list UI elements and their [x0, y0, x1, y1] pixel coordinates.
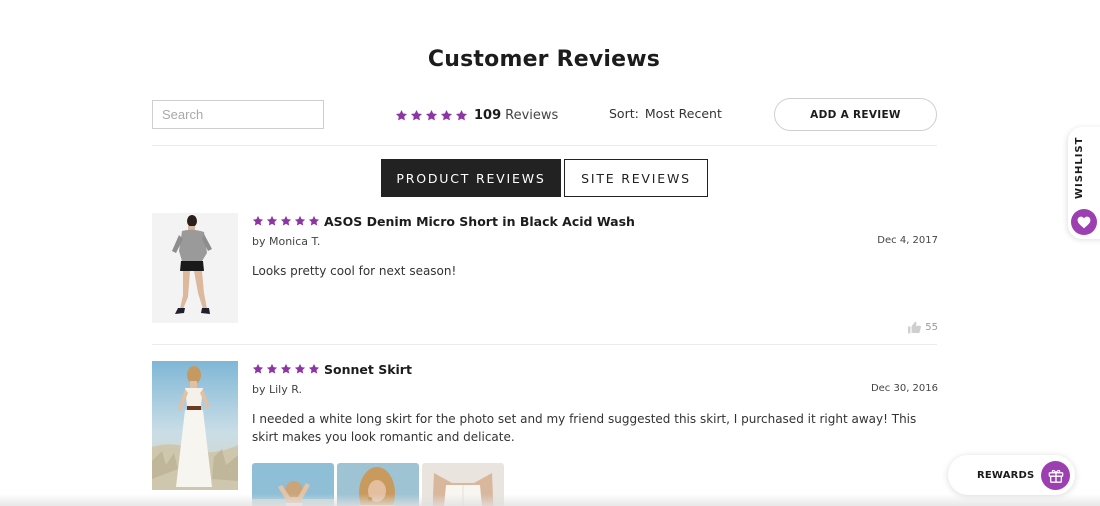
- star-icon: [455, 109, 468, 122]
- rating-summary: 109 Reviews: [395, 106, 558, 124]
- review-count: 109: [474, 107, 502, 123]
- sort-value: Most Recent: [644, 106, 722, 121]
- review-author: by Lily R.: [252, 383, 302, 396]
- add-review-button[interactable]: ADD A REVIEW: [774, 98, 937, 131]
- star-icon: [410, 109, 423, 122]
- star-icon: [252, 363, 264, 375]
- review-photos: [252, 463, 938, 506]
- review-header: Sonnet Skirt: [252, 361, 938, 377]
- gift-icon: [1041, 461, 1070, 490]
- review-product-name[interactable]: Sonnet Skirt: [324, 362, 412, 377]
- heart-icon: [1071, 209, 1097, 235]
- star-icon: [252, 215, 264, 227]
- model-photo-icon: [152, 361, 238, 490]
- thumbs-up-icon: [908, 321, 922, 334]
- like-count: 55: [925, 322, 938, 333]
- review-text: I needed a white long skirt for the phot…: [252, 412, 917, 444]
- star-icon: [395, 109, 408, 122]
- review-date: Dec 30, 2016: [870, 383, 938, 394]
- star-icon: [266, 363, 278, 375]
- star-icon: [294, 363, 306, 375]
- search-input[interactable]: [152, 100, 324, 129]
- like-button[interactable]: 55: [907, 321, 938, 334]
- review-item: Sonnet Skirt by Lily R. Dec 30, 2016 I n…: [152, 361, 938, 506]
- review-author: by Monica T.: [252, 235, 321, 248]
- model-photo-icon: [152, 213, 238, 323]
- star-icon: [280, 215, 292, 227]
- rewards-button[interactable]: REWARDS: [948, 455, 1075, 495]
- photo-top-icon: [422, 463, 504, 506]
- star-icon: [294, 215, 306, 227]
- star-icon: [308, 363, 320, 375]
- sort-label: Sort:: [609, 106, 639, 121]
- product-image[interactable]: [152, 361, 238, 490]
- review-body: Sonnet Skirt by Lily R. Dec 30, 2016 I n…: [252, 361, 938, 506]
- star-icon: [425, 109, 438, 122]
- sort-dropdown[interactable]: Sort: Most Recent: [609, 106, 722, 121]
- tab-product-reviews[interactable]: PRODUCT REVIEWS: [381, 159, 561, 197]
- star-icon: [308, 215, 320, 227]
- rating-stars: [395, 109, 468, 122]
- product-image[interactable]: [152, 213, 238, 323]
- rewards-label: REWARDS: [977, 469, 1035, 481]
- photo-portrait-icon: [337, 463, 419, 506]
- review-count-label: Reviews: [505, 107, 559, 123]
- photo-beach-icon: [252, 463, 334, 506]
- wishlist-tab[interactable]: WISHLIST: [1068, 127, 1100, 239]
- divider: [152, 145, 937, 146]
- review-photo[interactable]: [422, 463, 504, 506]
- wishlist-label: WISHLIST: [1074, 136, 1085, 199]
- review-product-name[interactable]: ASOS Denim Micro Short in Black Acid Was…: [324, 214, 635, 229]
- review-text: Looks pretty cool for next season!: [252, 264, 457, 278]
- review-item: ASOS Denim Micro Short in Black Acid Was…: [152, 213, 938, 335]
- divider: [152, 344, 937, 345]
- review-photo[interactable]: [337, 463, 419, 506]
- review-photo[interactable]: [252, 463, 334, 506]
- star-icon: [440, 109, 453, 122]
- review-header: ASOS Denim Micro Short in Black Acid Was…: [252, 213, 938, 229]
- page-title: Customer Reviews: [427, 47, 661, 72]
- review-body: ASOS Denim Micro Short in Black Acid Was…: [252, 213, 938, 335]
- star-icon: [266, 215, 278, 227]
- review-date: Dec 4, 2017: [877, 235, 938, 246]
- star-icon: [280, 363, 292, 375]
- tab-site-reviews[interactable]: SITE REVIEWS: [564, 159, 708, 197]
